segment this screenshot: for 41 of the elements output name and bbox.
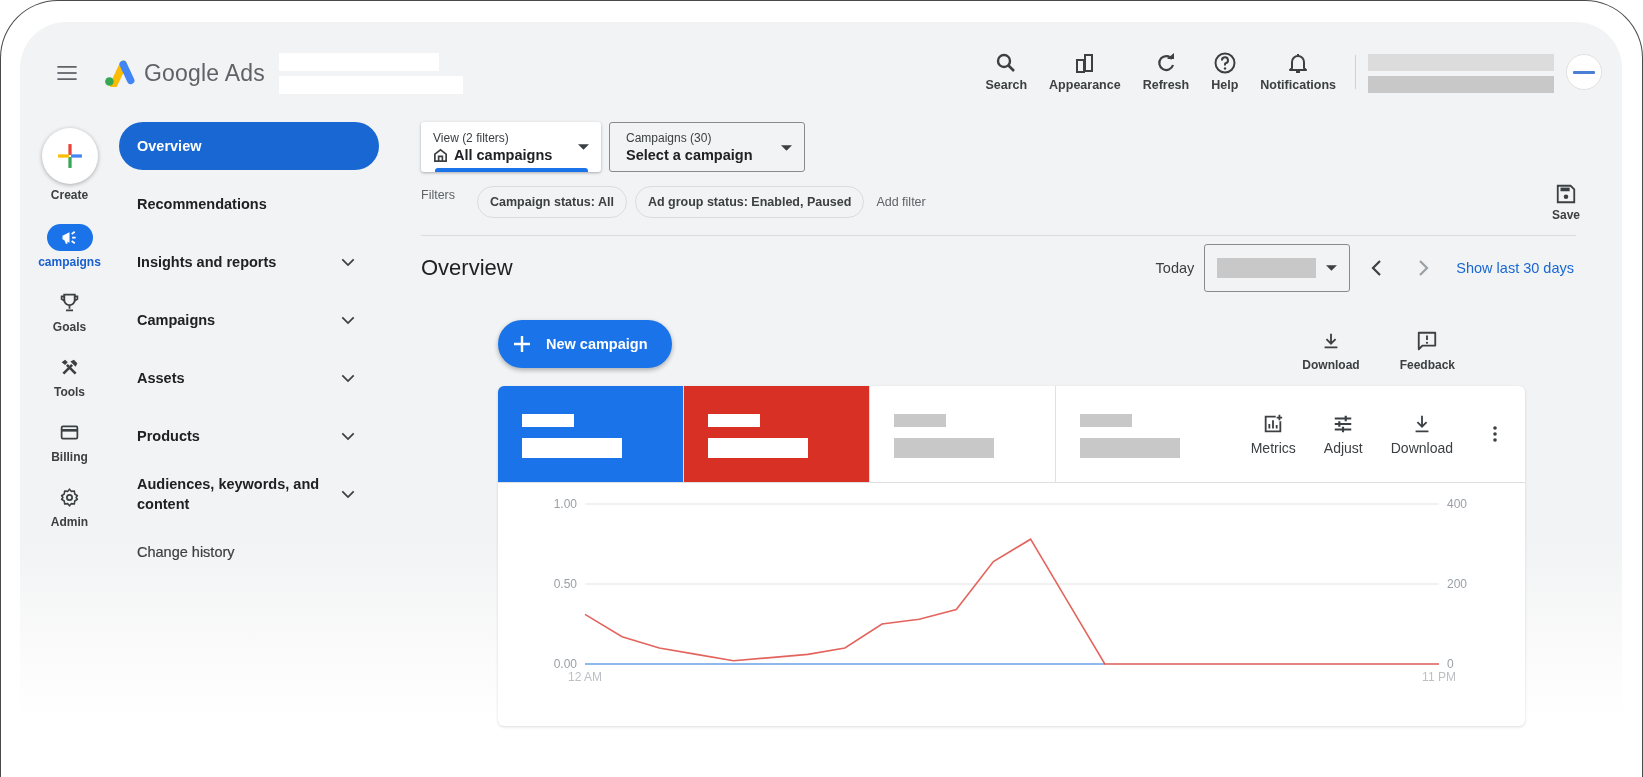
page-tool-button[interactable]: Feedback <box>1393 330 1461 372</box>
axis-label: 0 <box>1447 657 1454 671</box>
view-dropdown[interactable]: View (2 filters) All campaigns <box>421 122 601 172</box>
rail-item[interactable]: Goals <box>34 289 105 334</box>
axis-label: 1.00 <box>553 497 577 511</box>
campaign-dropdown[interactable]: Campaigns (30) Select a campaign <box>609 122 805 172</box>
new-campaign-button[interactable]: New campaign <box>498 320 672 368</box>
filters-label: Filters <box>421 188 456 202</box>
add-filter-button[interactable]: Add filter <box>876 195 926 209</box>
axis-label: 200 <box>1447 577 1468 591</box>
show-last-30-days-link[interactable]: Show last 30 days <box>1456 260 1574 276</box>
axis-label: 11 PM <box>1422 670 1456 684</box>
page-title: Overview <box>421 255 513 281</box>
product-name: Google Ads <box>144 59 265 87</box>
toolbar-button[interactable]: Search <box>981 50 1032 92</box>
page-tool-button[interactable]: Download <box>1296 330 1366 372</box>
chart-tool-button[interactable]: Metrics <box>1244 412 1302 456</box>
rail-item[interactable]: campaigns <box>34 224 105 269</box>
nav-item[interactable]: Audiences, keywords, and content <box>119 470 379 518</box>
rail-item[interactable]: Billing <box>34 419 105 464</box>
nav-item[interactable]: Overview <box>119 122 379 170</box>
toolbar-button[interactable]: Help <box>1207 50 1243 92</box>
axis-label: 0.50 <box>553 577 577 591</box>
chart-tool-button[interactable]: Download <box>1384 412 1459 456</box>
toolbar-button[interactable]: Refresh <box>1138 50 1194 92</box>
axis-label: 12 AM <box>568 670 602 684</box>
rail-item[interactable]: Admin <box>34 484 105 529</box>
nav-item[interactable]: Recommendations <box>119 180 379 228</box>
axis-label: 0.00 <box>553 657 577 671</box>
chart-tool-button[interactable]: Adjust <box>1317 412 1369 456</box>
axis-label: 400 <box>1447 497 1468 511</box>
rail-item[interactable]: Tools <box>34 354 105 399</box>
save-button[interactable]: Save <box>1551 182 1580 222</box>
date-label: Today <box>1155 260 1195 276</box>
nav-item[interactable]: Campaigns <box>119 296 379 344</box>
nav-item[interactable]: Products <box>119 412 379 460</box>
nav-item[interactable]: Assets <box>119 354 379 402</box>
toolbar-button[interactable]: Notifications <box>1256 50 1340 92</box>
nav-item[interactable]: Insights and reports <box>119 238 379 286</box>
toolbar-button[interactable]: Appearance <box>1045 50 1125 92</box>
nav-item[interactable]: Change history <box>119 528 379 576</box>
